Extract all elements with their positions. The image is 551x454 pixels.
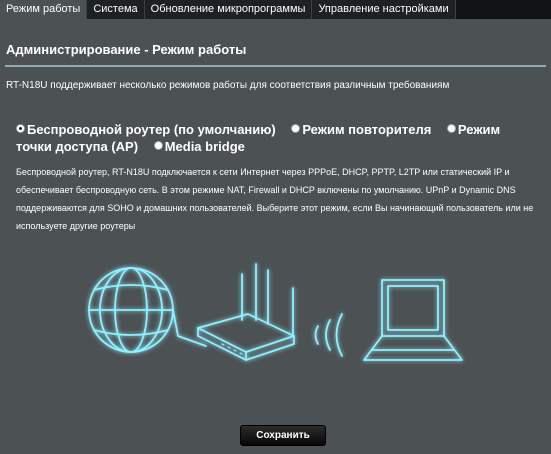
tab-firmware-upgrade[interactable]: Обновление микропрограммы bbox=[144, 0, 313, 19]
laptop-icon bbox=[363, 279, 463, 361]
mode-label: Media bridge bbox=[164, 139, 245, 154]
mode-description: Беспроводной роутер, RT-N18U подключаетс… bbox=[16, 167, 534, 231]
tab-system[interactable]: Система bbox=[87, 0, 145, 19]
globe-icon bbox=[88, 267, 174, 353]
tab-bar: Режим работы Система Обновление микропро… bbox=[0, 0, 551, 19]
mode-label: Режим повторителя bbox=[302, 122, 432, 137]
title-divider bbox=[5, 65, 546, 67]
radio-button[interactable] bbox=[446, 124, 456, 133]
mode-option-repeater[interactable]: Режим повторителя bbox=[291, 122, 431, 137]
mode-option-media-bridge[interactable]: Media bridge bbox=[153, 139, 245, 154]
wifi-signal-icon bbox=[314, 313, 343, 357]
radio-button[interactable] bbox=[16, 124, 25, 133]
page-description: RT-N18U поддерживает несколько режимов р… bbox=[6, 80, 450, 91]
tab-operation-mode[interactable]: Режим работы bbox=[0, 0, 88, 19]
radio-button[interactable] bbox=[153, 141, 163, 150]
mode-option-wireless-router[interactable]: Беспроводной роутер (по умолчанию) bbox=[16, 122, 276, 137]
radio-button[interactable] bbox=[291, 124, 301, 133]
operation-mode-radio-group: Беспроводной роутер (по умолчанию) Режим… bbox=[16, 121, 536, 155]
page-title: Администрирование - Режим работы bbox=[6, 42, 247, 57]
save-button[interactable]: Сохранить bbox=[240, 425, 326, 446]
router-icon bbox=[197, 263, 295, 361]
tab-bar-filler bbox=[455, 0, 551, 19]
tab-settings-management[interactable]: Управление настройками bbox=[312, 0, 456, 19]
network-illustration bbox=[88, 263, 463, 361]
mode-label: Беспроводной роутер (по умолчанию) bbox=[27, 122, 276, 137]
